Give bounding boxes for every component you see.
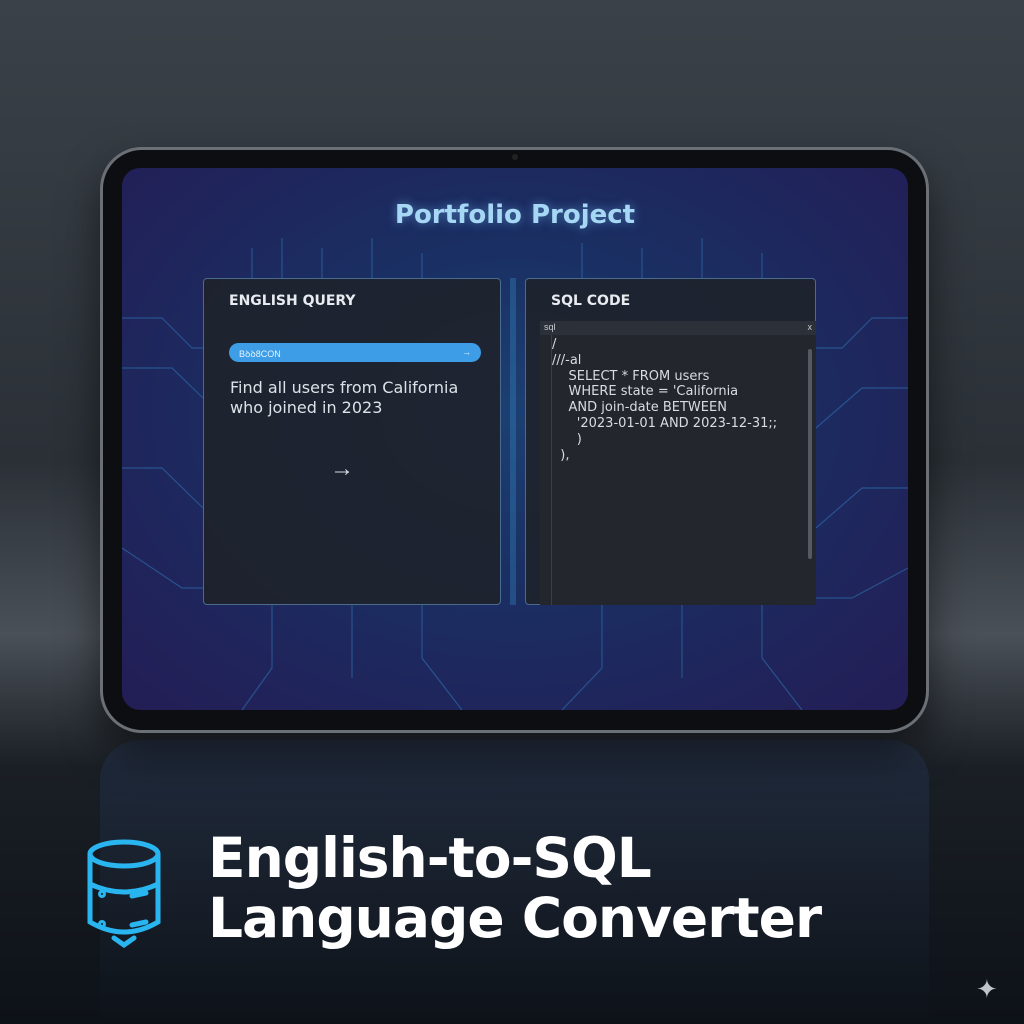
english-query-text[interactable]: Find all users from California who joine… xyxy=(230,378,480,418)
scrollbar[interactable] xyxy=(808,349,812,559)
caption-line-2: Language Converter xyxy=(208,886,822,950)
sql-code-panel: SQL CODE sql x / ///-al SELECT * FROM use… xyxy=(525,278,816,605)
tablet-frame: Portfolio Project ENGLISH QUERY Bꝺꝺ8CON →… xyxy=(100,147,929,733)
english-query-heading: ENGLISH QUERY xyxy=(229,293,356,309)
editor-tab-label: sql xyxy=(544,322,556,332)
code-editor[interactable]: sql x / ///-al SELECT * FROM users WHERE … xyxy=(540,321,816,605)
arrow-right-icon[interactable]: → xyxy=(462,347,471,358)
editor-tab[interactable]: sql x xyxy=(540,321,816,335)
sql-code: / ///-al SELECT * FROM users WHERE state… xyxy=(552,337,778,463)
caption-title: English-to-SQL Language Converter xyxy=(208,826,822,950)
close-icon[interactable]: x xyxy=(808,322,813,334)
input-bar-label: Bꝺꝺ8CON xyxy=(239,349,281,359)
query-input-bar[interactable]: Bꝺꝺ8CON → xyxy=(229,343,481,362)
tablet-screen: Portfolio Project ENGLISH QUERY Bꝺꝺ8CON →… xyxy=(122,168,908,710)
caption-line-1: English-to-SQL xyxy=(208,826,652,890)
line-gutter xyxy=(540,335,552,605)
page-title: Portfolio Project xyxy=(394,200,636,230)
camera xyxy=(512,154,518,160)
database-icon xyxy=(87,839,161,948)
arrow-right-icon[interactable]: → xyxy=(330,455,354,483)
sql-code-heading: SQL CODE xyxy=(551,293,631,309)
english-query-panel: ENGLISH QUERY Bꝺꝺ8CON → Find all users fr… xyxy=(203,278,501,605)
sparkle-icon: ✦ xyxy=(976,974,998,1004)
